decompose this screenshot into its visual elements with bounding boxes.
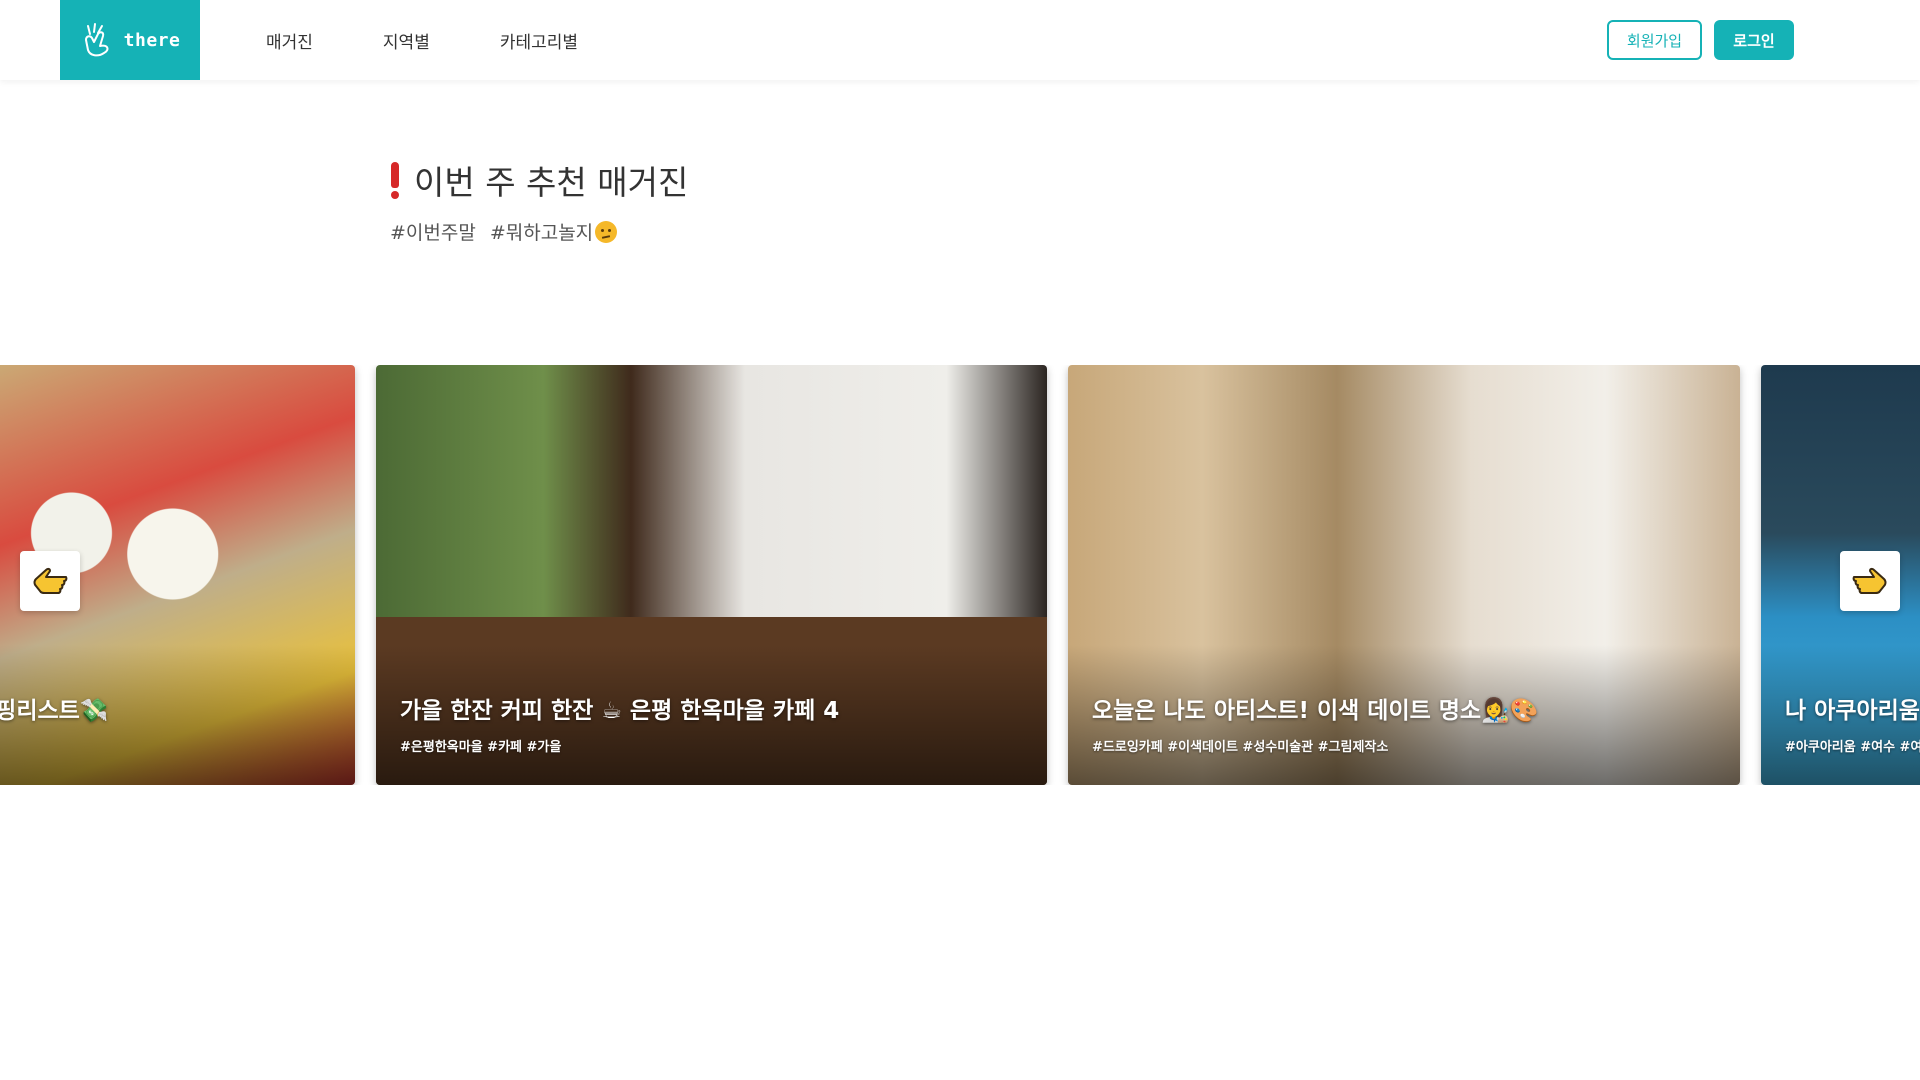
carousel-prev-button[interactable] xyxy=(20,551,80,611)
login-button[interactable]: 로그인 xyxy=(1714,20,1794,60)
signup-button[interactable]: 회원가입 xyxy=(1607,20,1702,60)
magazine-card[interactable]: 가을 한잔 커피 한잔 ☕ 은평 한옥마을 카페 4 #은평한옥마을 #카페 #… xyxy=(376,365,1047,785)
card-title: 나 아쿠아리움 xyxy=(1785,698,1920,724)
pointing-right-icon xyxy=(1852,567,1887,594)
carousel-next-button[interactable] xyxy=(1840,551,1900,611)
hashtag: #이번주말 xyxy=(390,222,476,244)
pointing-left-icon xyxy=(33,567,68,594)
section-heading: 이번 주 추천 매거진 xyxy=(388,156,688,204)
card-title: 오늘은 나도 아티스트! 이색 데이트 명소👩‍🎨🎨 xyxy=(1092,698,1539,724)
nav-magazine[interactable]: 매거진 xyxy=(266,28,313,53)
magazine-carousel: 쇼핑리스트💸 가을 한잔 커피 한잔 ☕ 은평 한옥마을 카페 4 #은평한옥마… xyxy=(0,365,1920,785)
magazine-card[interactable]: 오늘은 나도 아티스트! 이색 데이트 명소👩‍🎨🎨 #드로잉카페 #이색데이트… xyxy=(1068,365,1740,785)
section-title-text: 이번 주 추천 매거진 xyxy=(414,163,689,202)
section-hashtags: #이번주말 #뭐하고놀지 xyxy=(390,218,631,245)
logo[interactable]: there xyxy=(60,0,200,80)
thinking-face-icon xyxy=(595,220,618,243)
card-tags: #아쿠아리움 #여수 #여 xyxy=(1785,740,1920,755)
card-tags: #드로잉카페 #이색데이트 #성수미술관 #그림제작소 xyxy=(1092,740,1389,755)
main-nav: 매거진 지역별 카테고리별 xyxy=(266,0,648,80)
logo-text: there xyxy=(123,29,181,51)
top-header: there 매거진 지역별 카테고리별 회원가입 로그인 xyxy=(0,0,1920,80)
card-title: 쇼핑리스트💸 xyxy=(0,698,109,724)
hand-heart-icon xyxy=(84,23,109,57)
card-tags: #은평한옥마을 #카페 #가을 xyxy=(400,740,562,755)
hashtag: #뭐하고놀지 xyxy=(489,222,594,244)
nav-region[interactable]: 지역별 xyxy=(383,28,430,53)
card-title: 가을 한잔 커피 한잔 ☕ 은평 한옥마을 카페 4 xyxy=(400,698,840,724)
nav-category[interactable]: 카테고리별 xyxy=(500,28,578,53)
exclamation-icon xyxy=(388,160,402,200)
